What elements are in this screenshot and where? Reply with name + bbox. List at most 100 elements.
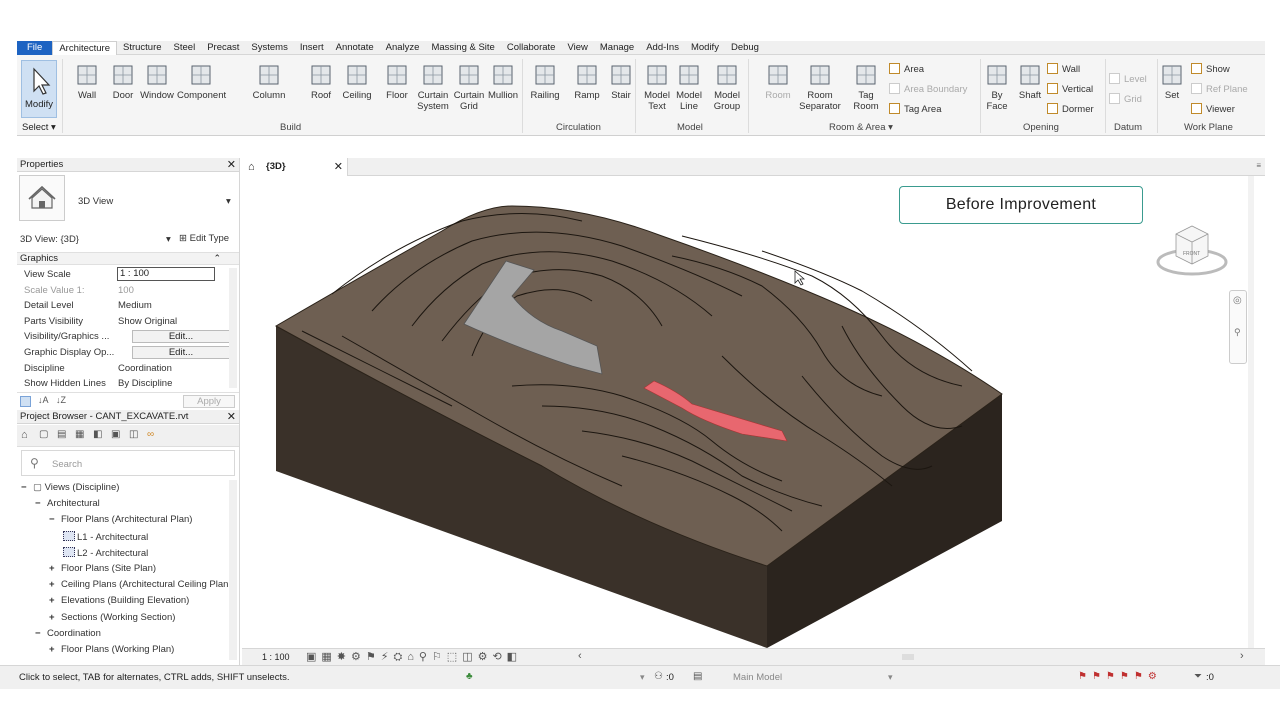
room-separator-button[interactable]: Room Separator (795, 63, 845, 112)
property-value[interactable]: Show Original (118, 316, 177, 327)
close-tab-icon[interactable]: ✕ (334, 158, 343, 176)
collapse-icon[interactable]: ⌃ (213, 253, 221, 264)
menu-view[interactable]: View (561, 41, 593, 55)
tab-3d[interactable]: ⌂ {3D} ✕ (242, 158, 348, 176)
edit-type-button[interactable]: ⊞ Edit Type (179, 233, 229, 244)
home-icon[interactable]: ⌂ (21, 429, 28, 441)
window-button[interactable]: Window (133, 63, 181, 101)
area-item[interactable]: Area (889, 63, 924, 75)
menu-analyze[interactable]: Analyze (380, 41, 426, 55)
zoom-icon[interactable]: ⚲ (1234, 327, 1241, 338)
shaft-button[interactable]: Shaft (1013, 63, 1047, 101)
menu-file[interactable]: File (17, 40, 53, 55)
select-dropdown[interactable]: Select ▾ (22, 122, 56, 133)
tree-item[interactable]: + Ceiling Plans (Architectural Ceiling Pl… (49, 579, 228, 590)
menu-systems[interactable]: Systems (245, 41, 293, 55)
property-value[interactable]: 100 (118, 285, 134, 296)
set-button[interactable]: Set (1155, 63, 1189, 101)
tree-item[interactable]: + Sections (Working Section) (49, 612, 175, 623)
collapse-icon[interactable]: − (35, 628, 47, 639)
active-model[interactable]: Main Model (733, 672, 782, 683)
steering-wheel-icon[interactable]: ◎ (1233, 295, 1242, 306)
panel-label-room-area[interactable]: Room & Area ▾ (829, 122, 893, 133)
close-icon[interactable]: ✕ (227, 158, 236, 172)
sort-desc-icon[interactable]: ↓Z (56, 395, 66, 405)
viewer-item[interactable]: Viewer (1191, 103, 1235, 115)
sort-asc-icon[interactable]: ↓A (38, 395, 49, 405)
expand-icon[interactable]: + (49, 579, 61, 590)
tree-item[interactable]: + Elevations (Building Elevation) (49, 595, 189, 606)
grid-item[interactable]: Grid (1109, 93, 1142, 105)
sheet-icon[interactable]: ▤ (57, 429, 66, 440)
menu-steel[interactable]: Steel (168, 41, 202, 55)
expand-icon[interactable]: + (49, 563, 61, 574)
dormer-item[interactable]: Dormer (1047, 103, 1094, 115)
menu-massing-site[interactable]: Massing & Site (425, 41, 500, 55)
edit-button[interactable]: Edit... (132, 346, 230, 359)
selection-dropdown-arrow[interactable]: ▾ (640, 672, 645, 683)
menu-add-ins[interactable]: Add-Ins (640, 41, 685, 55)
menu-annotate[interactable]: Annotate (330, 41, 380, 55)
tag-area-item[interactable]: Tag Area (889, 103, 942, 115)
sort-icon[interactable] (20, 396, 31, 407)
menu-collaborate[interactable]: Collaborate (501, 41, 562, 55)
group-icon[interactable]: ▣ (111, 429, 120, 440)
expand-icon[interactable]: + (49, 595, 61, 606)
expand-icon[interactable]: + (49, 644, 61, 655)
viewport-scrollbar[interactable] (1248, 176, 1254, 648)
filter-icon[interactable]: ⏷ (1194, 671, 1202, 682)
model-dropdown-arrow[interactable]: ▾ (888, 672, 893, 683)
family-icon[interactable]: ◧ (93, 429, 102, 440)
collapse-icon[interactable]: − (49, 514, 61, 525)
level-item[interactable]: Level (1109, 73, 1147, 85)
scroll-right-icon[interactable]: › (1240, 650, 1244, 662)
selection-filter-icons[interactable]: ⚑⚑⚑⚑⚑⚙ (1078, 671, 1162, 682)
navigation-bar[interactable]: ◎ ⚲ (1229, 290, 1247, 364)
show-item[interactable]: Show (1191, 63, 1230, 75)
tree-item[interactable]: L2 - Architectural (63, 546, 148, 559)
railing-button[interactable]: Railing (525, 63, 565, 101)
tree-item[interactable]: − Architectural (35, 498, 100, 509)
close-icon[interactable]: ✕ (227, 410, 236, 424)
model-icon[interactable]: ▤ (693, 671, 702, 682)
tree-item[interactable]: + Floor Plans (Site Plan) (49, 563, 156, 574)
worksharing-icon[interactable]: ♣ (466, 671, 473, 682)
tree-item[interactable]: + Floor Plans (Working Plan) (49, 644, 174, 655)
mullion-button[interactable]: Mullion (479, 63, 527, 101)
tree-item[interactable]: − Coordination (35, 628, 101, 639)
property-value[interactable]: By Discipline (118, 378, 172, 389)
chain-icon[interactable]: ∞ (147, 429, 154, 440)
view-scale[interactable]: 1 : 100 (262, 652, 290, 662)
design-option-icon[interactable]: ⚇ (654, 671, 663, 682)
model-group-button[interactable]: Model Group (707, 63, 747, 112)
property-value[interactable]: Coordination (118, 363, 172, 374)
tag-room-button[interactable]: Tag Room (841, 63, 891, 112)
tree-item[interactable]: L1 - Architectural (63, 530, 148, 543)
link-icon[interactable]: ◫ (129, 429, 138, 440)
menu-modify[interactable]: Modify (685, 41, 725, 55)
model-line-button[interactable]: Model Line (669, 63, 709, 112)
area-boundary-item[interactable]: Area Boundary (889, 83, 967, 95)
edit-button[interactable]: Edit... (132, 330, 230, 344)
properties-scrollbar[interactable] (229, 268, 237, 388)
menu-architecture[interactable]: Architecture (52, 40, 117, 56)
component-button[interactable]: Component (177, 63, 226, 101)
viewport-3d[interactable]: FRONT ◎ ⚲ (242, 176, 1254, 648)
view-control-icons[interactable]: ▣▦✸⚙⚑⚡⛭⌂⚲⚐⬚◫⚙⟲◧ (306, 650, 522, 664)
menu-precast[interactable]: Precast (201, 41, 245, 55)
search-box[interactable]: ⚲ Search (21, 450, 235, 476)
menu-insert[interactable]: Insert (294, 41, 330, 55)
tree-item[interactable]: − ▢ Views (Discipline) (21, 482, 119, 493)
scroll-left-icon[interactable]: ‹ (578, 650, 582, 662)
collapse-icon[interactable]: − (35, 498, 47, 509)
tree-item[interactable]: − Floor Plans (Architectural Plan) (49, 514, 192, 525)
expand-icon[interactable]: + (49, 612, 61, 623)
apply-button[interactable]: Apply (183, 395, 235, 408)
view-scale-input[interactable]: 1 : 100 (117, 267, 215, 281)
menu-debug[interactable]: Debug (725, 41, 765, 55)
horizontal-scroll-thumb[interactable] (902, 654, 914, 660)
tab-menu-icon[interactable]: ≡ (1256, 161, 1261, 170)
modify-button[interactable]: Modify (21, 60, 57, 118)
column-button[interactable]: Column (245, 63, 293, 101)
menu-manage[interactable]: Manage (594, 41, 640, 55)
